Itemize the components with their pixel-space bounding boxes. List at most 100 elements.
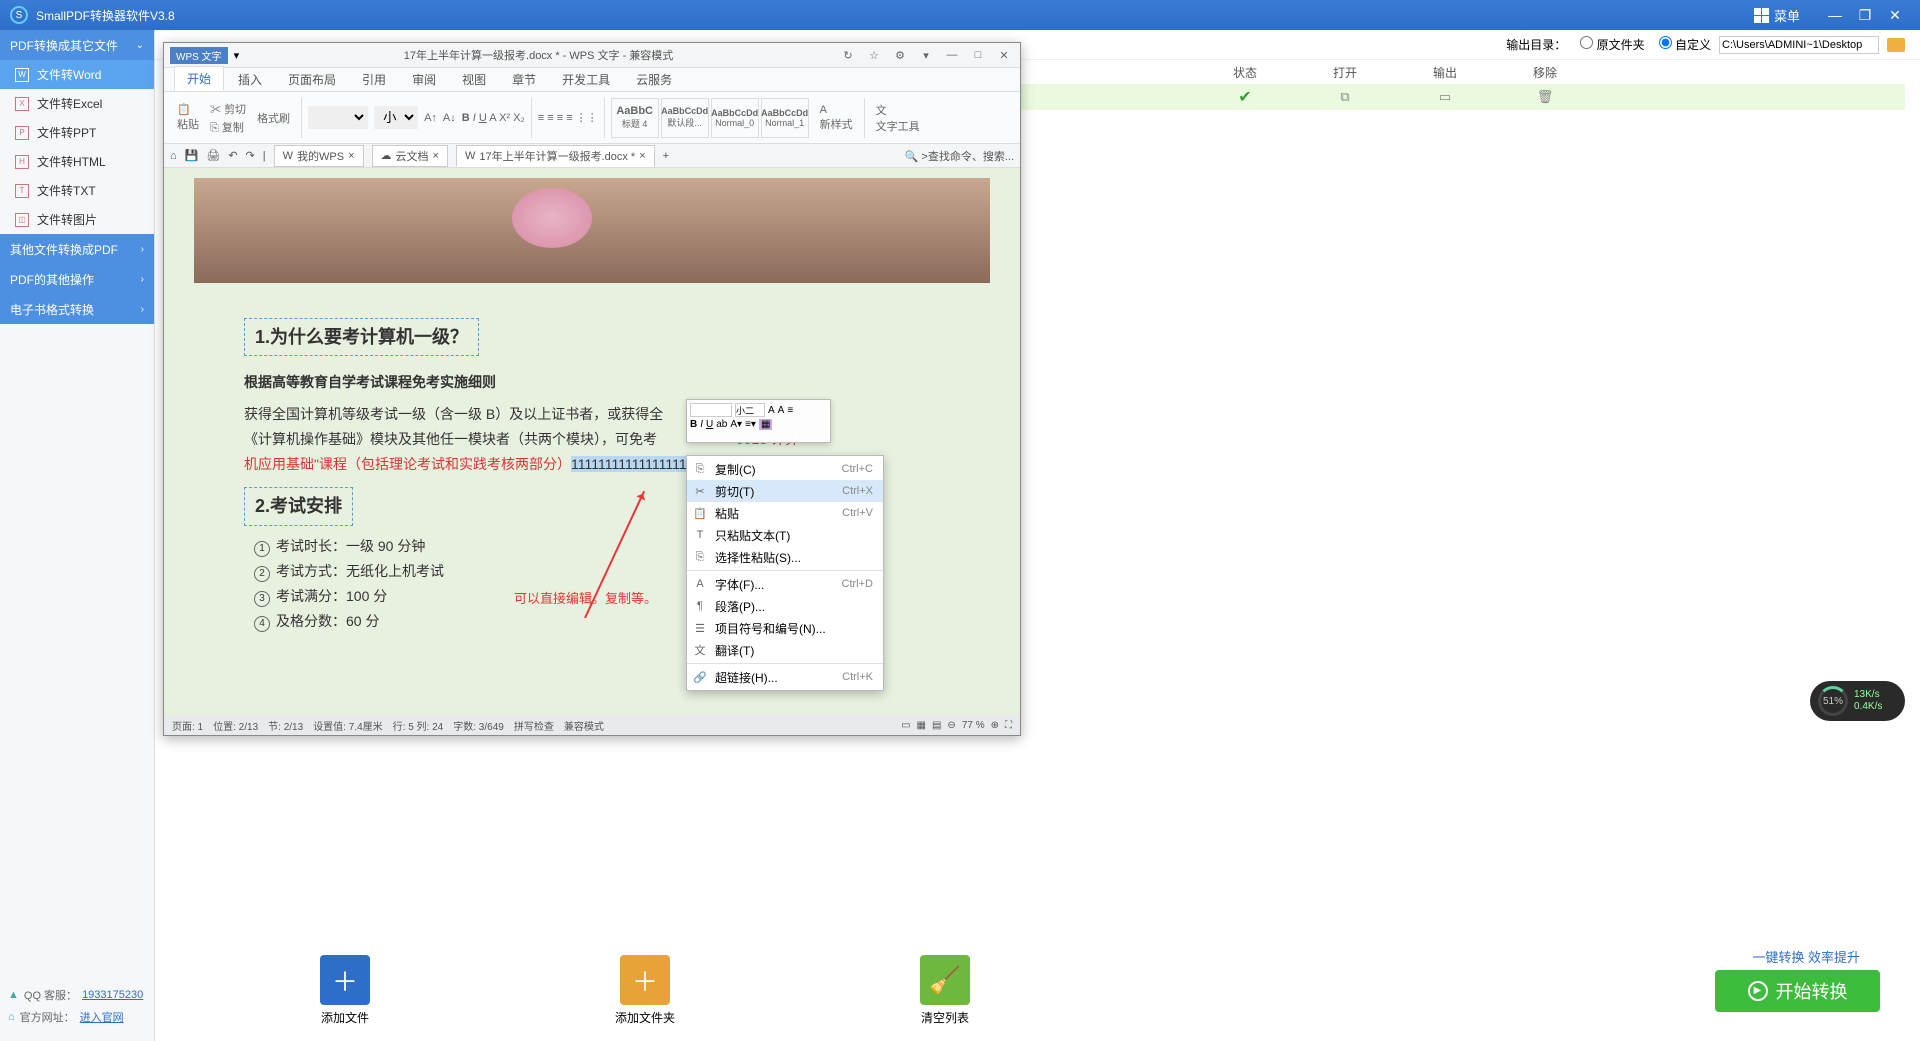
doctab-mywps[interactable]: W 我的WPS ×	[274, 145, 364, 167]
ctx-paste-text[interactable]: T只粘贴文本(T)	[687, 524, 883, 546]
ctx-translate[interactable]: 文翻译(T)	[687, 639, 883, 661]
sidebar-item-txt[interactable]: T文件转TXT	[0, 176, 154, 205]
ctx-cut[interactable]: ✂剪切(T)Ctrl+X	[687, 480, 883, 502]
menu-button[interactable]: 菜单	[1754, 6, 1800, 25]
font-size-select[interactable]: 小二	[374, 106, 418, 129]
start-convert-button[interactable]: ▶ 开始转换	[1715, 970, 1880, 1012]
tab-ref[interactable]: 引用	[350, 68, 398, 91]
shrink-font-icon[interactable]: A↓	[443, 112, 456, 124]
font-family-select[interactable]	[308, 106, 368, 129]
cut-button[interactable]: ✂ 剪切	[210, 101, 246, 117]
zoom-out-icon[interactable]: ⊖	[947, 720, 955, 731]
search-placeholder[interactable]: 查找命令、搜索...	[928, 151, 1014, 163]
text-tool-button[interactable]: 文文字工具	[871, 99, 925, 137]
tab-review[interactable]: 审阅	[400, 68, 448, 91]
undo-icon[interactable]: ↶	[228, 149, 237, 162]
bold-button[interactable]: B	[462, 112, 470, 124]
mini-underline[interactable]: U	[706, 419, 713, 430]
wps-sync-icon[interactable]: ↻	[838, 49, 858, 62]
wps-gear-icon[interactable]: ⚙	[890, 49, 910, 62]
body-text[interactable]: 获得全国计算机等级考试一级（含一级 B）及以上证书者，或获得全 考试（NIT）	[244, 402, 940, 427]
minimize-button[interactable]: —	[1820, 7, 1850, 23]
ctx-paste[interactable]: 📋粘贴Ctrl+V	[687, 502, 883, 524]
sidebar-item-html[interactable]: H文件转HTML	[0, 147, 154, 176]
mini-font-size[interactable]	[735, 403, 765, 417]
output-path-input[interactable]	[1719, 36, 1879, 54]
grow-font-icon[interactable]: A↑	[424, 112, 437, 124]
new-tab-icon[interactable]: +	[663, 150, 669, 162]
tab-section[interactable]: 章节	[500, 68, 548, 91]
copy-button[interactable]: ⎘ 复制	[210, 119, 246, 135]
mini-fontcolor[interactable]: A▾	[730, 419, 742, 430]
radio-custom-folder[interactable]: 自定义	[1653, 36, 1711, 53]
ctx-paragraph[interactable]: ¶段落(P)...	[687, 595, 883, 617]
mini-shade[interactable]: ▦	[759, 419, 772, 430]
output-icon[interactable]: ▭	[1395, 89, 1495, 105]
wps-minimize[interactable]: —	[942, 49, 962, 61]
ctx-paste-special[interactable]: ⎘选择性粘贴(S)...	[687, 546, 883, 568]
sidebar-item-excel[interactable]: X文件转Excel	[0, 89, 154, 118]
ctx-copy[interactable]: ⎘复制(C)Ctrl+C	[687, 458, 883, 480]
sidebar-item-image[interactable]: ◫文件转图片	[0, 205, 154, 234]
mini-bold[interactable]: B	[690, 419, 697, 430]
radio-original-folder[interactable]: 原文件夹	[1574, 36, 1644, 53]
view-read-icon[interactable]: ▦	[917, 720, 926, 731]
site-link[interactable]: 进入官网	[80, 1009, 124, 1025]
add-folder-button[interactable]: ＋ 添加文件夹	[495, 955, 795, 1026]
zoom-in-icon[interactable]: ⊕	[991, 720, 999, 731]
shrink-font-icon[interactable]: A	[778, 405, 785, 416]
italic-button[interactable]: I	[473, 112, 476, 124]
doctab-cloud[interactable]: ☁ 云文档 ×	[372, 145, 448, 167]
wps-maximize[interactable]: □	[968, 49, 988, 61]
sidebar-section-other-to-pdf[interactable]: 其他文件转换成PDF›	[0, 234, 154, 264]
tab-dev[interactable]: 开发工具	[550, 68, 622, 91]
wps-document-canvas[interactable]: 1.为什么要考计算机一级？ 根据高等教育自学考试课程免考实施细则 获得全国计算机…	[164, 168, 1020, 715]
close-button[interactable]: ✕	[1880, 7, 1910, 24]
mini-italic[interactable]: I	[700, 419, 703, 430]
view-print-icon[interactable]: ▭	[901, 720, 910, 731]
tab-cloud[interactable]: 云服务	[624, 68, 684, 91]
heading-1[interactable]: 1.为什么要考计算机一级？	[244, 318, 479, 356]
list-icon[interactable]: ≡	[787, 405, 793, 416]
strike-button[interactable]: A	[489, 112, 496, 124]
mini-highlight[interactable]: ab	[716, 419, 727, 430]
home-icon[interactable]: ⌂	[170, 150, 177, 162]
tab-home[interactable]: 开始	[174, 66, 224, 91]
ctx-hyperlink[interactable]: 🔗超链接(H)...Ctrl+K	[687, 666, 883, 688]
subheading[interactable]: 根据高等教育自学考试课程免考实施细则	[244, 370, 940, 395]
tab-view[interactable]: 视图	[450, 68, 498, 91]
wps-star-icon[interactable]: ☆	[864, 49, 884, 62]
sidebar-item-ppt[interactable]: P文件转PPT	[0, 118, 154, 147]
tab-insert[interactable]: 插入	[226, 68, 274, 91]
sidebar-section-ebook[interactable]: 电子书格式转换›	[0, 294, 154, 324]
wps-close[interactable]: ✕	[994, 49, 1014, 62]
doctab-current[interactable]: W 17年上半年计算一级报考.docx * ×	[456, 145, 655, 167]
underline-button[interactable]: U	[479, 112, 487, 124]
view-web-icon[interactable]: ▤	[932, 720, 941, 731]
browse-folder-icon[interactable]	[1887, 38, 1905, 52]
fullscreen-icon[interactable]: ⛶	[1005, 720, 1012, 731]
new-style-button[interactable]: A新样式	[815, 101, 858, 135]
add-file-button[interactable]: ＋ 添加文件	[195, 955, 495, 1026]
heading-2[interactable]: 2.考试安排	[244, 487, 353, 525]
sidebar-item-word[interactable]: W文件转Word	[0, 60, 154, 89]
body-text[interactable]: 《计算机操作基础》模块及其他任一模块者（共两个模块），可免考 "0018 计算	[244, 427, 940, 452]
open-icon[interactable]: ⧉	[1295, 89, 1395, 105]
tab-layout[interactable]: 页面布局	[276, 68, 348, 91]
print-icon[interactable]: 🖨	[206, 149, 220, 162]
redo-icon[interactable]: ↷	[246, 149, 255, 162]
status-spell[interactable]: 拼写检查	[514, 718, 554, 733]
maximize-button[interactable]: ❐	[1850, 7, 1880, 24]
paste-button[interactable]: 📋粘贴	[172, 100, 204, 135]
clear-list-button[interactable]: 🧹 清空列表	[795, 955, 1095, 1026]
mini-font-family[interactable]	[690, 403, 732, 417]
mini-align[interactable]: ≡▾	[745, 419, 756, 430]
style-gallery[interactable]: AaBbC标题 4 AaBbCcDd默认段... AaBbCcDdNormal_…	[611, 98, 809, 138]
ctx-font[interactable]: A字体(F)...Ctrl+D	[687, 573, 883, 595]
remove-icon[interactable]: 🗑	[1495, 89, 1595, 105]
ctx-bullets[interactable]: ☰项目符号和编号(N)...	[687, 617, 883, 639]
format-painter[interactable]: 格式刷	[252, 107, 295, 129]
qq-link[interactable]: 1933175230	[82, 989, 143, 1001]
sidebar-section-pdf-to-other[interactable]: PDF转换成其它文件⌄	[0, 30, 154, 60]
sidebar-section-pdf-other-ops[interactable]: PDF的其他操作›	[0, 264, 154, 294]
